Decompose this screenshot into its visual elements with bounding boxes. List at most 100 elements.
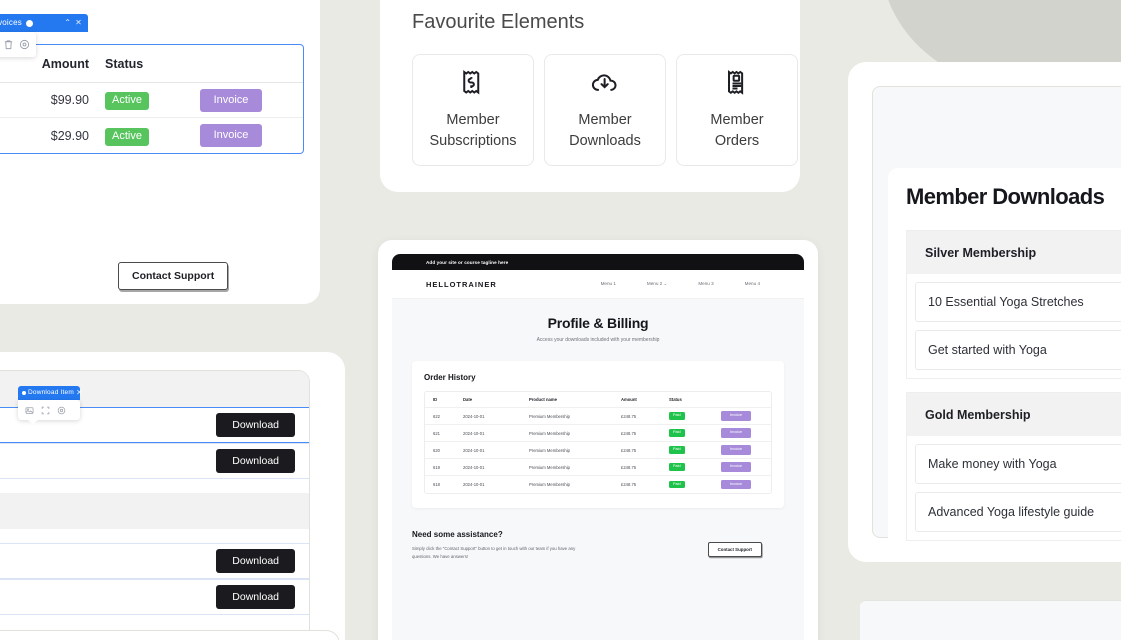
list-item[interactable]: Make money with Yoga [915,444,1121,484]
gear-icon[interactable] [54,403,68,417]
site-preview-frame: Add your site or course tagline here HEL… [378,240,818,640]
favourite-elements-grid: Member Subscriptions Member Downloads Me… [412,54,798,166]
table-row[interactable]: 618 2024-10-01 Premium Membership £248.7… [425,476,771,493]
orders-col-status: Status [105,56,144,71]
favourite-tile-label: Member Downloads [569,110,641,152]
cell-status: Paid [669,412,709,420]
list-item[interactable]: Advanced Yoga lifestyle guide [915,492,1121,532]
col-amount: Amount [621,397,637,402]
page-title: Profile & Billing [547,315,649,331]
cell-status: Paid [669,429,709,437]
close-icon[interactable]: ✕ [76,389,83,397]
invoice-button[interactable]: Invoice [720,462,752,472]
cell-id: 621 [433,430,440,436]
favourite-tile-label: Member Orders [710,110,763,152]
invoice-button[interactable]: Invoice [720,428,752,438]
cloud-download-icon [590,68,620,98]
row-action: Invoice [159,124,303,147]
collapse-icon[interactable]: ⌃ [64,19,71,27]
table-row[interactable]: 621 2024-10-01 Premium Membership £248.7… [425,425,771,442]
download-button[interactable]: Download [216,448,295,474]
list-item[interactable]: File Description Download [0,443,309,479]
order-history-table: ID Date Product name Amount Status 622 2… [424,391,772,494]
list-item[interactable]: Get started with Yoga [915,330,1121,370]
invoice-button[interactable]: Invoice [199,88,263,112]
nav-item-menu-3[interactable]: Menu 3 [698,281,713,287]
cell-action: Invoice [709,428,763,438]
group-gap [0,529,309,543]
favourite-elements-card: Favourite Elements Member Subscriptions [380,0,800,192]
trash-icon[interactable] [2,36,15,53]
favourite-tile-member-orders[interactable]: Member Orders [676,54,798,166]
group-body: Make money with Yoga Advanced Yoga lifes… [906,436,1121,541]
favourite-tile-member-subscriptions[interactable]: Member Subscriptions [412,54,534,166]
info-badge-icon [22,391,26,395]
list-item[interactable]: File Description Download [0,543,309,579]
cell-product: Premium Membership [529,447,570,453]
cell-date: 2024-10-01 [463,482,485,487]
cell-amount: £248.75 [621,464,637,470]
element-toolbar-title-bar[interactable]: er Orders/Invoices ⌃ ✕ [0,14,88,32]
gear-icon[interactable] [18,36,31,53]
close-icon[interactable]: ✕ [75,19,82,27]
table-row[interactable]: 622 2024-10-01 Premium Membership £248.7… [425,408,771,425]
invoice-button[interactable]: Invoice [720,411,752,421]
orders-col-amount: Amount [41,56,89,71]
label-line-2: Downloads [569,133,641,149]
cell-product: Premium Membership [529,413,570,419]
invoice-button[interactable]: Invoice [720,479,752,490]
nav-item-menu-2[interactable]: Menu 2 ⌄ [647,281,667,287]
element-label: er Orders/Invoices [0,18,22,27]
invoice-button[interactable]: Invoice [199,124,263,147]
status-badge: Paid [669,446,685,454]
download-button[interactable]: Download [216,412,295,438]
download-button[interactable]: Download [216,584,295,610]
group-heading: Gold Membership [906,392,1121,436]
cell-date: 2024-10-01 [463,413,485,419]
assistance-heading: Need some assistance? [412,530,503,539]
table-row[interactable]: 620 2024-10-01 Premium Membership £248.7… [425,442,771,459]
cell-amount: £248.75 [621,447,637,453]
download-group-gold: Gold Membership Make money with Yoga Adv… [906,392,1121,541]
row-amount: $29.90 [50,128,89,143]
page-subtitle: Access your downloads included with your… [536,337,660,343]
favourite-elements-title: Favourite Elements [412,11,585,33]
label-line-2: Subscriptions [429,133,517,149]
list-item[interactable]: File Description Download [0,579,309,615]
expand-icon[interactable] [38,403,52,417]
contact-support-button[interactable]: Contact Support [118,262,229,290]
group-heading: Silver Membership [906,230,1121,274]
contact-support-button[interactable]: Contact Support [707,542,762,557]
download-button[interactable]: Download [216,548,295,574]
cell-id: 619 [433,464,440,470]
site-brand[interactable]: HELLOTRAINER [426,280,497,289]
assistance-text-block: Need some assistance? Simply click the "… [412,530,582,561]
order-history-heading: Order History [424,373,476,382]
col-date: Date [463,397,473,402]
element-toolbar-title-bar[interactable]: Download Item ✕ [18,386,83,400]
favourite-tile-member-downloads[interactable]: Member Downloads [544,54,666,166]
list-item[interactable]: 10 Essential Yoga Stretches [915,282,1121,322]
status-badge: Active [105,127,149,146]
site-tagline: Add your site or course tagline here [426,259,509,265]
cell-product: Premium Membership [529,482,570,487]
element-toolbar-actions [0,32,36,57]
label-line-1: Member [446,111,500,128]
download-group-header [0,493,309,529]
cell-date: 2024-10-01 [463,447,485,453]
image-icon[interactable] [22,403,36,417]
cell-date: 2024-10-01 [463,430,485,436]
element-toolbar-actions [18,400,80,424]
table-row[interactable]: 619 2024-10-01 Premium Membership £248.7… [425,459,771,476]
table-row[interactable]: $29.90 Active Invoice [0,118,303,153]
cell-action: Invoice [709,462,763,472]
nav-item-menu-1[interactable]: Menu 1 [601,281,616,287]
cell-amount: £248.75 [621,482,637,487]
nav-item-menu-4[interactable]: Menu 4 [745,281,760,287]
row-amount: $99.90 [50,93,89,107]
cell-date: 2024-10-01 [463,464,485,470]
invoice-button[interactable]: Invoice [720,445,752,455]
table-row[interactable]: $99.90 Active Invoice [0,83,303,118]
cell-action: Invoice [709,445,763,455]
element-toolbar-orders: er Orders/Invoices ⌃ ✕ [0,14,88,57]
